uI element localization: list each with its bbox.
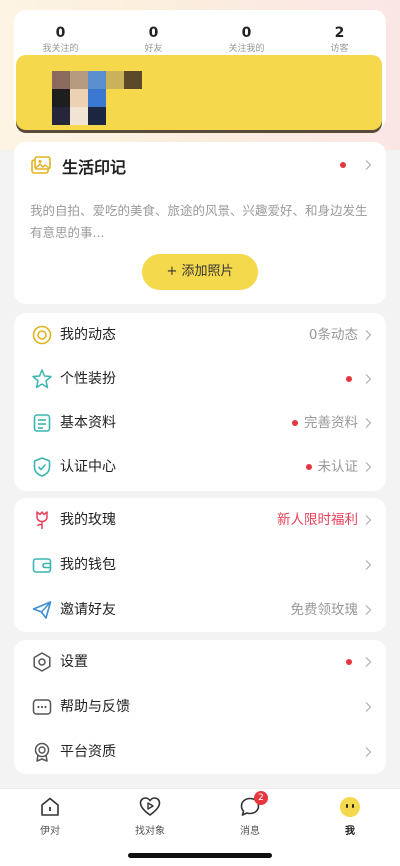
add-photo-button[interactable]: + 添加照片 — [142, 254, 258, 290]
menu-item-value: 未认证 — [305, 445, 359, 489]
menu-item-value: 免费领玫瑰 — [290, 602, 359, 618]
stat-label: 好友 — [144, 44, 163, 54]
chevron-right-icon — [365, 374, 372, 384]
chevron-right-icon — [365, 657, 372, 667]
stat-label: 访客 — [330, 44, 349, 54]
settings-icon — [33, 652, 51, 672]
menu-item-value-text: 完善资料 — [304, 415, 358, 431]
certificate-icon — [34, 742, 50, 762]
stat-number: 0 — [148, 25, 159, 41]
life-record-title: 生活印记 — [62, 158, 127, 177]
menu-item-value-text: 未认证 — [317, 459, 359, 475]
tab-me[interactable]: 我 — [320, 795, 380, 837]
menu-item-label: 我的动态 — [60, 327, 116, 343]
chevron-right-icon[interactable] — [362, 159, 374, 171]
stat-number: 2 — [334, 25, 345, 41]
menu-item-platform-qualification[interactable]: 平台资质 — [14, 730, 386, 774]
pixelated-image — [34, 71, 142, 125]
chevron-right-icon — [365, 515, 372, 525]
notification-dot — [346, 376, 352, 382]
menu-item-label: 个性装扮 — [60, 371, 116, 387]
menu-item-my-roses[interactable]: 我的玫瑰 新人限时福利 — [14, 498, 386, 542]
compass-icon — [32, 325, 52, 345]
chat-icon-wrapper: 2 — [238, 791, 268, 819]
star-icon — [32, 369, 52, 389]
tab-messages[interactable]: 2 消息 — [220, 791, 280, 837]
wallet-icon — [32, 558, 52, 573]
menu-item-my-moments[interactable]: 我的动态 0条动态 — [14, 313, 386, 357]
tab-find-match[interactable]: 找对象 — [120, 795, 180, 837]
life-record-header[interactable]: 生活印记 — [30, 154, 126, 178]
menu-group-rewards: 我的玫瑰 新人限时福利 我的钱包 邀请好友 免费领玫瑰 — [14, 498, 386, 632]
photo-album-icon — [31, 156, 51, 174]
vip-banner[interactable] — [16, 55, 382, 130]
menu-item-help-feedback[interactable]: 帮助与反馈 — [14, 685, 386, 729]
chevron-right-icon — [365, 605, 372, 615]
menu-item-label: 我的钱包 — [60, 557, 116, 573]
notification-dot — [340, 162, 346, 168]
menu-item-value: 新人限时福利 — [277, 512, 358, 528]
stat-friends[interactable]: 0 好友 — [107, 26, 200, 54]
home-icon — [41, 797, 59, 816]
menu-item-label: 认证中心 — [60, 459, 116, 475]
menu-item-settings[interactable]: 设置 — [14, 640, 386, 684]
notification-dot — [346, 659, 352, 665]
tab-label: 消息 — [240, 826, 260, 837]
notification-dot — [305, 464, 312, 470]
menu-group-profile: 我的动态 0条动态 个性装扮 基本资料 完善资料 认证中心 未认证 — [14, 313, 386, 491]
menu-item-label: 我的玫瑰 — [60, 512, 116, 528]
stat-visitors[interactable]: 2 访客 — [293, 26, 386, 54]
menu-item-value — [346, 659, 358, 665]
chevron-right-icon — [365, 462, 372, 472]
menu-item-value: 完善资料 — [292, 401, 358, 445]
tab-label: 找对象 — [135, 826, 165, 837]
stat-label: 关注我的 — [228, 44, 265, 54]
notification-dot — [292, 420, 298, 426]
menu-item-label: 设置 — [60, 654, 88, 670]
paper-plane-icon — [32, 601, 52, 619]
life-record-card: 生活印记 我的自拍、爱吃的美食、旅途的风景、兴趣爱好、和身边发生有意思的事...… — [14, 142, 386, 304]
stat-number: 0 — [55, 25, 66, 41]
heart-play-icon — [139, 797, 161, 816]
menu-item-label: 邀请好友 — [60, 602, 116, 618]
menu-group-system: 设置 帮助与反馈 平台资质 — [14, 640, 386, 774]
profile-doc-icon — [33, 414, 51, 432]
home-indicator — [128, 853, 272, 858]
chevron-right-icon — [365, 747, 372, 757]
menu-item-invite-friends[interactable]: 邀请好友 免费领玫瑰 — [14, 588, 386, 632]
menu-item-label: 帮助与反馈 — [60, 699, 130, 715]
unread-badge: 2 — [254, 791, 268, 805]
chevron-right-icon — [365, 702, 372, 712]
chevron-right-icon — [365, 418, 372, 428]
stat-number: 0 — [241, 25, 252, 41]
tab-label: 伊对 — [40, 826, 60, 837]
chevron-right-icon — [365, 330, 372, 340]
menu-item-value: 0条动态 — [308, 327, 358, 343]
stat-following[interactable]: 0 我关注的 — [14, 26, 107, 54]
rose-icon — [36, 511, 48, 529]
stat-followers[interactable]: 0 关注我的 — [200, 26, 293, 54]
face-icon — [340, 797, 360, 817]
menu-item-basic-profile[interactable]: 基本资料 完善资料 — [14, 401, 386, 445]
shield-check-icon — [33, 457, 51, 477]
life-record-description: 我的自拍、爱吃的美食、旅途的风景、兴趣爱好、和身边发生有意思的事... — [30, 203, 368, 240]
tab-home[interactable]: 伊对 — [20, 795, 80, 837]
chevron-right-icon — [365, 560, 372, 570]
menu-item-my-wallet[interactable]: 我的钱包 — [14, 543, 386, 587]
menu-item-personal-style[interactable]: 个性装扮 — [14, 357, 386, 401]
menu-item-label: 平台资质 — [60, 744, 116, 760]
feedback-icon — [32, 699, 52, 715]
stat-label: 我关注的 — [42, 44, 79, 54]
menu-item-value — [346, 376, 358, 382]
tab-label: 我 — [345, 826, 355, 837]
menu-item-verification[interactable]: 认证中心 未认证 — [14, 445, 386, 489]
menu-item-label: 基本资料 — [60, 415, 116, 431]
